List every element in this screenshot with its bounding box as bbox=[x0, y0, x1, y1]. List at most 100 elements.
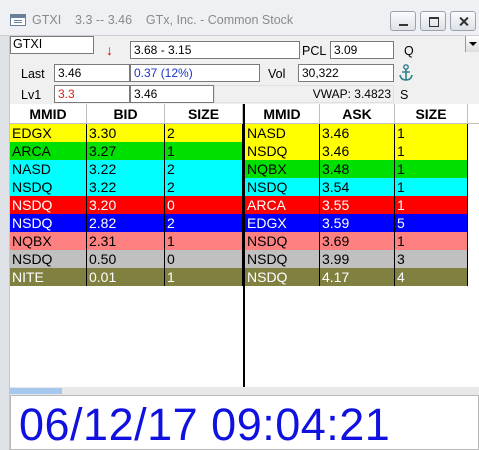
symbol-dropdown[interactable]: GTXI bbox=[10, 36, 479, 54]
bid-price-cell: 3.20 bbox=[87, 196, 165, 214]
ask-size-cell: 1 bbox=[395, 160, 468, 178]
vwap-field: VWAP: 3.4823 bbox=[214, 85, 394, 103]
bid-mmid-header[interactable]: MMID bbox=[10, 104, 87, 124]
bid-price-cell: 2.82 bbox=[87, 214, 165, 232]
ask-size-cell: 4 bbox=[395, 268, 468, 286]
minimize-button[interactable] bbox=[390, 11, 416, 31]
bid-row[interactable]: NSDQ 0.50 0 bbox=[10, 250, 243, 268]
ask-row[interactable]: EDGX 3.59 5 bbox=[245, 214, 468, 232]
bid-row[interactable]: NASD 3.22 2 bbox=[10, 160, 243, 178]
bid-row[interactable]: NSDQ 3.20 0 bbox=[10, 196, 243, 214]
title-bar: GTXI 3.3 -- 3.46 GTx, Inc. - Common Stoc… bbox=[0, 0, 479, 36]
ask-mmid-cell: NASD bbox=[245, 124, 320, 142]
bid-row[interactable]: NSDQ 3.22 2 bbox=[10, 178, 243, 196]
bid-price-cell: 0.01 bbox=[87, 268, 165, 286]
ask-row[interactable]: NSDQ 3.99 3 bbox=[245, 250, 468, 268]
ask-price-cell: 3.59 bbox=[320, 214, 395, 232]
bid-price-cell: 3.27 bbox=[87, 142, 165, 160]
bid-price-cell: 3.22 bbox=[87, 178, 165, 196]
ask-row[interactable]: NSDQ 4.17 4 bbox=[245, 268, 468, 286]
bid-ask-divider bbox=[243, 104, 245, 387]
ask-row[interactable]: NSDQ 3.54 1 bbox=[245, 178, 468, 196]
bid-size-cell: 2 bbox=[165, 214, 243, 232]
ask-row[interactable]: ARCA 3.55 1 bbox=[245, 196, 468, 214]
ask-size-cell: 1 bbox=[395, 142, 468, 160]
vol-label: Vol bbox=[268, 67, 286, 81]
bid-mmid-cell: NSDQ bbox=[10, 214, 87, 232]
bid-row[interactable]: ARCA 3.27 1 bbox=[10, 142, 243, 160]
ask-size-cell: 3 bbox=[395, 250, 468, 268]
ask-mmid-cell: NSDQ bbox=[245, 142, 320, 160]
symbol-value: GTXI bbox=[13, 37, 43, 51]
bid-mmid-cell: NITE bbox=[10, 268, 87, 286]
ask-row[interactable]: NSDQ 3.69 1 bbox=[245, 232, 468, 250]
bid-row[interactable]: NSDQ 2.82 2 bbox=[10, 214, 243, 232]
quote-info-panel: GTXI ↓ 3.68 - 3.15 PCL 3.09 Q Last 3.46 … bbox=[10, 36, 479, 104]
anchor-glyph bbox=[399, 64, 413, 81]
bid-size-cell: 2 bbox=[165, 178, 243, 196]
ask-size-cell: 1 bbox=[395, 196, 468, 214]
bid-row[interactable]: EDGX 3.30 2 bbox=[10, 124, 243, 142]
last-label: Last bbox=[21, 67, 45, 81]
lv1-ask-field: 3.46 bbox=[130, 85, 214, 103]
close-button[interactable] bbox=[450, 11, 476, 31]
level2-table: MMID BID SIZE MMID ASK SIZE EDGX 3.30 2 ARC… bbox=[10, 104, 479, 387]
ask-price-cell: 3.48 bbox=[320, 160, 395, 178]
pcl-field: 3.09 bbox=[330, 41, 394, 59]
s-label: S bbox=[400, 88, 409, 102]
ask-mmid-cell: NSDQ bbox=[245, 178, 320, 196]
ask-size-cell: 1 bbox=[395, 124, 468, 142]
bid-size-cell: 0 bbox=[165, 250, 243, 268]
ask-mmid-cell: NSDQ bbox=[245, 232, 320, 250]
ask-mmid-cell: EDGX bbox=[245, 214, 320, 232]
ask-mmid-cell: NSDQ bbox=[245, 268, 320, 286]
lv1-bid-field: 3.3 bbox=[54, 85, 130, 103]
ask-price-cell: 4.17 bbox=[320, 268, 395, 286]
bid-size-cell: 1 bbox=[165, 268, 243, 286]
ask-mmid-cell: NQBX bbox=[245, 160, 320, 178]
bid-mmid-cell: ARCA bbox=[10, 142, 87, 160]
day-range-field: 3.68 - 3.15 bbox=[130, 41, 300, 59]
down-arrow-icon: ↓ bbox=[106, 42, 113, 58]
maximize-button[interactable] bbox=[420, 11, 446, 31]
ask-mmid-cell: ARCA bbox=[245, 196, 320, 214]
ask-mmid-header[interactable]: MMID bbox=[245, 104, 320, 124]
ask-mmid-cell: NSDQ bbox=[245, 250, 320, 268]
bid-price-cell: 2.31 bbox=[87, 232, 165, 250]
ask-size-header[interactable]: SIZE bbox=[395, 104, 468, 124]
ask-size-cell: 1 bbox=[395, 232, 468, 250]
bid-mmid-cell: NSDQ bbox=[10, 250, 87, 268]
bid-row[interactable]: NQBX 2.31 1 bbox=[10, 232, 243, 250]
scrollbar-thumb[interactable] bbox=[10, 388, 62, 394]
anchor-icon[interactable] bbox=[398, 63, 414, 83]
ask-size-cell: 5 bbox=[395, 214, 468, 232]
pcl-label: PCL bbox=[302, 44, 327, 58]
bid-size-cell: 1 bbox=[165, 232, 243, 250]
horizontal-scrollbar[interactable] bbox=[10, 387, 479, 395]
level2-window-icon[interactable] bbox=[10, 14, 26, 26]
bid-price-header[interactable]: BID bbox=[87, 104, 165, 124]
ask-row[interactable]: NQBX 3.48 1 bbox=[245, 160, 468, 178]
bid-price-cell: 3.22 bbox=[87, 160, 165, 178]
window-title: GTXI 3.3 -- 3.46 GTx, Inc. - Common Stoc… bbox=[32, 13, 294, 27]
ask-price-cell: 3.46 bbox=[320, 142, 395, 160]
ask-price-cell: 3.46 bbox=[320, 124, 395, 142]
chevron-down-icon[interactable] bbox=[465, 36, 479, 52]
bid-size-header[interactable]: SIZE bbox=[165, 104, 243, 124]
clock-datetime: 06/12/17 09:04:21 bbox=[19, 399, 391, 450]
ask-price-header[interactable]: ASK bbox=[320, 104, 395, 124]
ask-row[interactable]: NASD 3.46 1 bbox=[245, 124, 468, 142]
q-label: Q bbox=[404, 44, 414, 58]
ask-price-cell: 3.54 bbox=[320, 178, 395, 196]
ask-row[interactable]: NSDQ 3.46 1 bbox=[245, 142, 468, 160]
bid-mmid-cell: EDGX bbox=[10, 124, 87, 142]
change-field: 0.37 (12%) bbox=[130, 64, 260, 82]
table-header: MMID BID SIZE MMID ASK SIZE bbox=[10, 104, 479, 124]
bid-size-cell: 0 bbox=[165, 196, 243, 214]
bid-price-cell: 0.50 bbox=[87, 250, 165, 268]
bid-row[interactable]: NITE 0.01 1 bbox=[10, 268, 243, 286]
last-field: 3.46 bbox=[54, 64, 130, 82]
bid-mmid-cell: NSDQ bbox=[10, 178, 87, 196]
ask-size-cell: 1 bbox=[395, 178, 468, 196]
bid-mmid-cell: NSDQ bbox=[10, 196, 87, 214]
